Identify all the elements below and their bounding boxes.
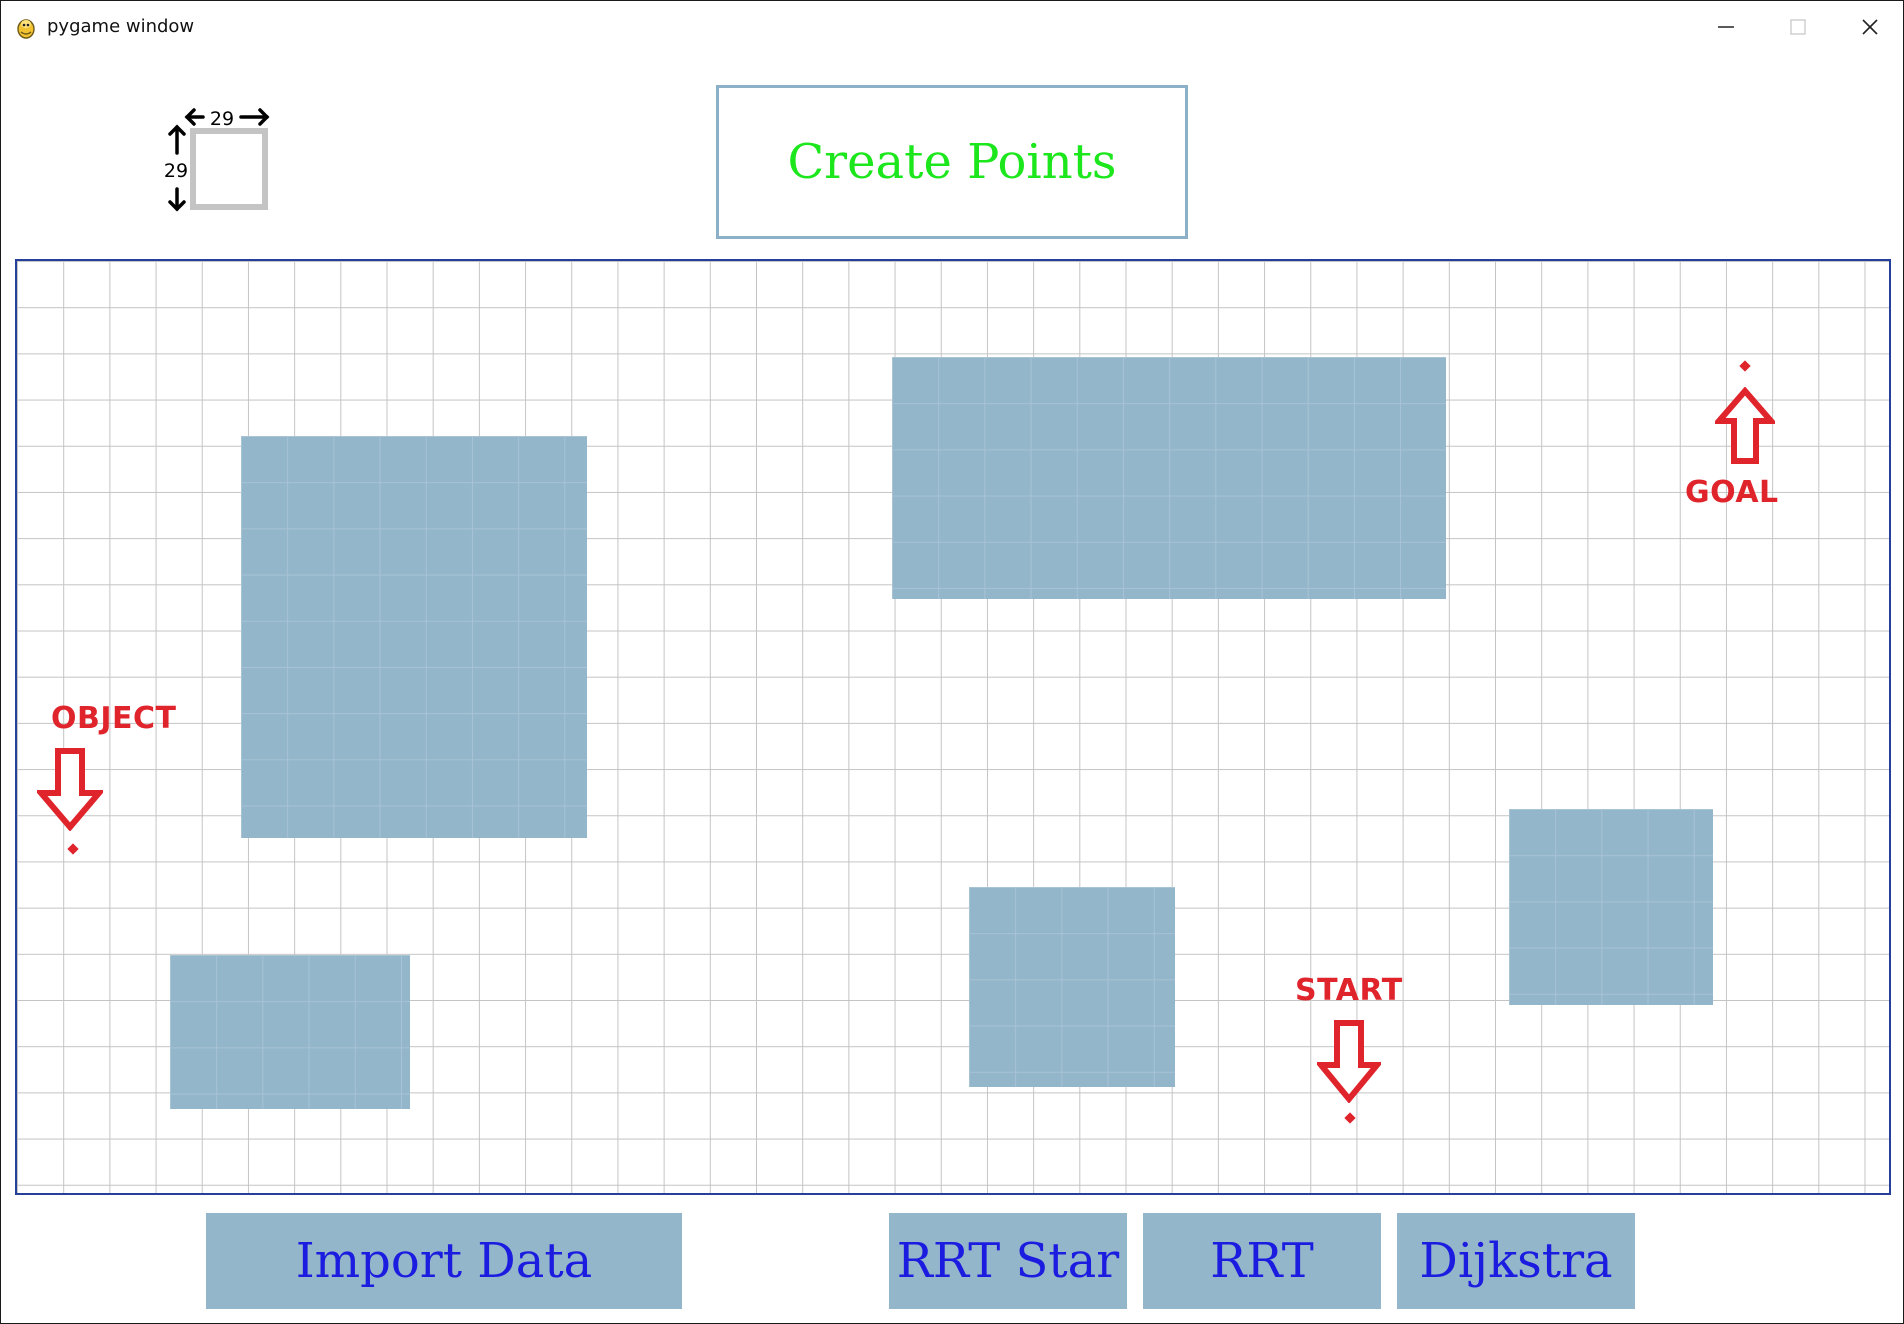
- grid-size-indicator: 29 29: [164, 108, 270, 212]
- obstacle: [170, 955, 410, 1109]
- title-bar[interactable]: pygame window: [1, 1, 1903, 53]
- obstacle: [969, 887, 1175, 1087]
- pygame-snake-icon: [17, 19, 35, 39]
- start-label: START: [1295, 973, 1403, 1008]
- cell-preview: [190, 128, 268, 210]
- goal-arrow-up-icon: [1715, 387, 1775, 464]
- goal-point: [1739, 360, 1751, 372]
- maximize-button[interactable]: [1763, 1, 1833, 53]
- obstacle: [892, 357, 1446, 599]
- rrt-star-button[interactable]: RRT Star: [889, 1213, 1127, 1309]
- workspace-grid[interactable]: GOAL OBJECT START: [15, 259, 1891, 1195]
- goal-label: GOAL: [1685, 475, 1779, 510]
- cell-width-label: 29: [210, 108, 234, 130]
- rrt-button[interactable]: RRT: [1143, 1213, 1381, 1309]
- dijkstra-button[interactable]: Dijkstra: [1397, 1213, 1635, 1309]
- create-points-button[interactable]: Create Points: [716, 85, 1188, 239]
- object-point: [67, 843, 79, 855]
- cell-height-label: 29: [164, 160, 188, 182]
- minimize-button[interactable]: [1691, 1, 1761, 53]
- window-title: pygame window: [47, 16, 195, 37]
- obstacle: [1509, 809, 1713, 1005]
- minimize-icon: [1718, 26, 1734, 28]
- maximize-icon: [1790, 19, 1806, 35]
- close-icon: [1862, 19, 1878, 35]
- close-button[interactable]: [1835, 1, 1904, 53]
- start-point: [1344, 1112, 1356, 1124]
- start-arrow-down-icon: [1317, 1020, 1381, 1103]
- import-data-button[interactable]: Import Data: [206, 1213, 682, 1309]
- object-label: OBJECT: [51, 701, 177, 736]
- pygame-window: pygame window 29 29 Create Points GOAL O…: [0, 0, 1904, 1324]
- obstacle: [241, 436, 587, 838]
- object-arrow-down-icon: [37, 748, 103, 831]
